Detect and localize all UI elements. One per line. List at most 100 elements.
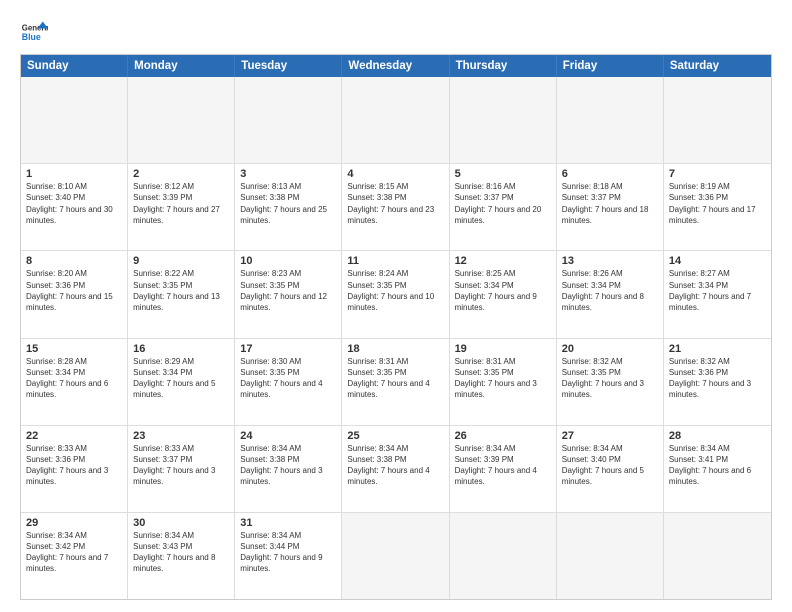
day-cell-9: 9Sunrise: 8:22 AMSunset: 3:35 PMDaylight… <box>128 251 235 337</box>
sunrise-line: Sunrise: 8:31 AM <box>347 356 443 367</box>
day-number: 28 <box>669 430 766 442</box>
sunrise-line: Sunrise: 8:33 AM <box>26 443 122 454</box>
day-cell-22: 22Sunrise: 8:33 AMSunset: 3:36 PMDayligh… <box>21 426 128 512</box>
day-number: 22 <box>26 430 122 442</box>
daylight-line: Daylight: 7 hours and 9 minutes. <box>240 552 336 574</box>
sunset-line: Sunset: 3:38 PM <box>347 454 443 465</box>
calendar-header: SundayMondayTuesdayWednesdayThursdayFrid… <box>21 55 771 77</box>
day-number: 29 <box>26 517 122 529</box>
sunrise-line: Sunrise: 8:28 AM <box>26 356 122 367</box>
day-header-saturday: Saturday <box>664 55 771 77</box>
sunrise-line: Sunrise: 8:23 AM <box>240 268 336 279</box>
day-number: 12 <box>455 255 551 267</box>
day-cell-8: 8Sunrise: 8:20 AMSunset: 3:36 PMDaylight… <box>21 251 128 337</box>
daylight-line: Daylight: 7 hours and 3 minutes. <box>26 465 122 487</box>
day-cell-14: 14Sunrise: 8:27 AMSunset: 3:34 PMDayligh… <box>664 251 771 337</box>
day-number: 10 <box>240 255 336 267</box>
day-cell-17: 17Sunrise: 8:30 AMSunset: 3:35 PMDayligh… <box>235 339 342 425</box>
day-number: 25 <box>347 430 443 442</box>
empty-cell <box>557 77 664 163</box>
day-number: 16 <box>133 343 229 355</box>
sunset-line: Sunset: 3:35 PM <box>562 367 658 378</box>
svg-text:Blue: Blue <box>22 32 41 42</box>
sunrise-line: Sunrise: 8:22 AM <box>133 268 229 279</box>
day-cell-11: 11Sunrise: 8:24 AMSunset: 3:35 PMDayligh… <box>342 251 449 337</box>
daylight-line: Daylight: 7 hours and 3 minutes. <box>133 465 229 487</box>
sunset-line: Sunset: 3:41 PM <box>669 454 766 465</box>
sunrise-line: Sunrise: 8:34 AM <box>240 530 336 541</box>
day-number: 15 <box>26 343 122 355</box>
day-number: 30 <box>133 517 229 529</box>
daylight-line: Daylight: 7 hours and 15 minutes. <box>26 291 122 313</box>
daylight-line: Daylight: 7 hours and 18 minutes. <box>562 204 658 226</box>
day-cell-27: 27Sunrise: 8:34 AMSunset: 3:40 PMDayligh… <box>557 426 664 512</box>
sunrise-line: Sunrise: 8:18 AM <box>562 181 658 192</box>
day-number: 7 <box>669 168 766 180</box>
day-number: 18 <box>347 343 443 355</box>
day-cell-30: 30Sunrise: 8:34 AMSunset: 3:43 PMDayligh… <box>128 513 235 599</box>
sunrise-line: Sunrise: 8:29 AM <box>133 356 229 367</box>
day-number: 20 <box>562 343 658 355</box>
empty-cell <box>235 77 342 163</box>
sunrise-line: Sunrise: 8:26 AM <box>562 268 658 279</box>
sunset-line: Sunset: 3:34 PM <box>133 367 229 378</box>
day-cell-13: 13Sunrise: 8:26 AMSunset: 3:34 PMDayligh… <box>557 251 664 337</box>
daylight-line: Daylight: 7 hours and 12 minutes. <box>240 291 336 313</box>
sunset-line: Sunset: 3:35 PM <box>240 367 336 378</box>
empty-cell <box>557 513 664 599</box>
day-header-thursday: Thursday <box>450 55 557 77</box>
day-cell-16: 16Sunrise: 8:29 AMSunset: 3:34 PMDayligh… <box>128 339 235 425</box>
calendar-body: 1Sunrise: 8:10 AMSunset: 3:40 PMDaylight… <box>21 77 771 599</box>
day-cell-25: 25Sunrise: 8:34 AMSunset: 3:38 PMDayligh… <box>342 426 449 512</box>
day-cell-18: 18Sunrise: 8:31 AMSunset: 3:35 PMDayligh… <box>342 339 449 425</box>
day-cell-23: 23Sunrise: 8:33 AMSunset: 3:37 PMDayligh… <box>128 426 235 512</box>
day-cell-3: 3Sunrise: 8:13 AMSunset: 3:38 PMDaylight… <box>235 164 342 250</box>
sunset-line: Sunset: 3:36 PM <box>26 280 122 291</box>
sunset-line: Sunset: 3:38 PM <box>347 192 443 203</box>
sunrise-line: Sunrise: 8:31 AM <box>455 356 551 367</box>
sunset-line: Sunset: 3:44 PM <box>240 541 336 552</box>
day-cell-29: 29Sunrise: 8:34 AMSunset: 3:42 PMDayligh… <box>21 513 128 599</box>
daylight-line: Daylight: 7 hours and 9 minutes. <box>455 291 551 313</box>
daylight-line: Daylight: 7 hours and 7 minutes. <box>26 552 122 574</box>
empty-cell <box>342 513 449 599</box>
calendar-page: General Blue SundayMondayTuesdayWednesda… <box>0 0 792 612</box>
sunrise-line: Sunrise: 8:27 AM <box>669 268 766 279</box>
day-cell-2: 2Sunrise: 8:12 AMSunset: 3:39 PMDaylight… <box>128 164 235 250</box>
sunrise-line: Sunrise: 8:34 AM <box>455 443 551 454</box>
sunrise-line: Sunrise: 8:19 AM <box>669 181 766 192</box>
daylight-line: Daylight: 7 hours and 6 minutes. <box>26 378 122 400</box>
day-number: 1 <box>26 168 122 180</box>
day-number: 6 <box>562 168 658 180</box>
day-number: 11 <box>347 255 443 267</box>
calendar-row-0 <box>21 77 771 164</box>
day-cell-24: 24Sunrise: 8:34 AMSunset: 3:38 PMDayligh… <box>235 426 342 512</box>
day-cell-10: 10Sunrise: 8:23 AMSunset: 3:35 PMDayligh… <box>235 251 342 337</box>
day-cell-20: 20Sunrise: 8:32 AMSunset: 3:35 PMDayligh… <box>557 339 664 425</box>
day-cell-28: 28Sunrise: 8:34 AMSunset: 3:41 PMDayligh… <box>664 426 771 512</box>
daylight-line: Daylight: 7 hours and 3 minutes. <box>455 378 551 400</box>
sunset-line: Sunset: 3:40 PM <box>562 454 658 465</box>
day-cell-21: 21Sunrise: 8:32 AMSunset: 3:36 PMDayligh… <box>664 339 771 425</box>
sunrise-line: Sunrise: 8:34 AM <box>562 443 658 454</box>
sunset-line: Sunset: 3:37 PM <box>133 454 229 465</box>
day-number: 8 <box>26 255 122 267</box>
sunrise-line: Sunrise: 8:34 AM <box>347 443 443 454</box>
daylight-line: Daylight: 7 hours and 20 minutes. <box>455 204 551 226</box>
daylight-line: Daylight: 7 hours and 5 minutes. <box>562 465 658 487</box>
sunset-line: Sunset: 3:36 PM <box>26 454 122 465</box>
sunrise-line: Sunrise: 8:20 AM <box>26 268 122 279</box>
day-number: 5 <box>455 168 551 180</box>
day-cell-7: 7Sunrise: 8:19 AMSunset: 3:36 PMDaylight… <box>664 164 771 250</box>
sunset-line: Sunset: 3:35 PM <box>240 280 336 291</box>
day-cell-6: 6Sunrise: 8:18 AMSunset: 3:37 PMDaylight… <box>557 164 664 250</box>
sunrise-line: Sunrise: 8:30 AM <box>240 356 336 367</box>
day-number: 31 <box>240 517 336 529</box>
day-number: 13 <box>562 255 658 267</box>
daylight-line: Daylight: 7 hours and 8 minutes. <box>562 291 658 313</box>
day-cell-31: 31Sunrise: 8:34 AMSunset: 3:44 PMDayligh… <box>235 513 342 599</box>
sunrise-line: Sunrise: 8:25 AM <box>455 268 551 279</box>
sunset-line: Sunset: 3:35 PM <box>133 280 229 291</box>
empty-cell <box>450 77 557 163</box>
sunset-line: Sunset: 3:38 PM <box>240 454 336 465</box>
